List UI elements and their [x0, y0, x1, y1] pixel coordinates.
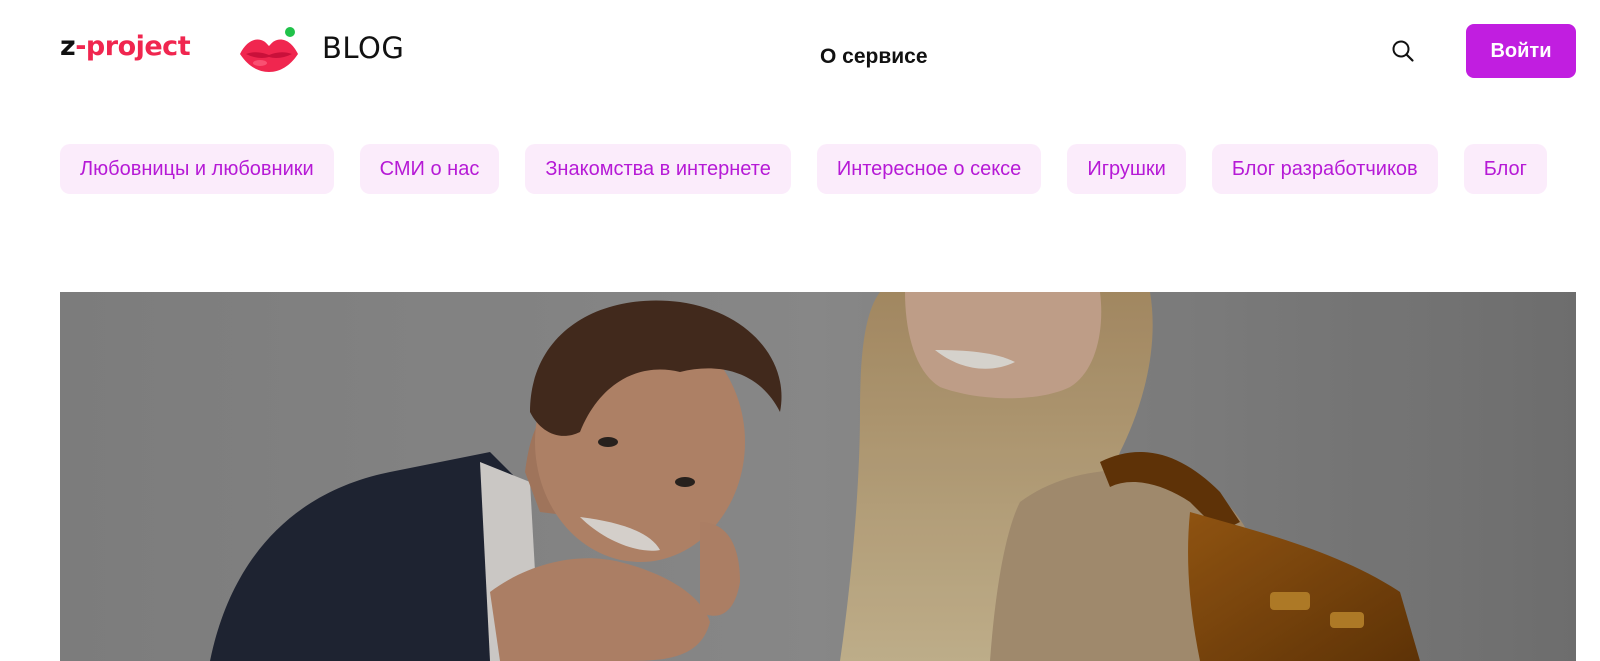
- lips-icon: [240, 27, 298, 72]
- category-chip[interactable]: Любовницы и любовники: [60, 144, 334, 194]
- category-chip[interactable]: СМИ о нас: [359, 144, 500, 194]
- logo-text: z-project: [60, 31, 191, 62]
- search-icon: [1392, 40, 1414, 62]
- category-bar: Любовницы и любовники СМИ о нас Знакомства…: [60, 144, 1576, 196]
- site-header: z-project BLOG О сервисе Войти: [0, 0, 1600, 100]
- logo-prefix: z: [60, 31, 76, 62]
- login-button[interactable]: Войти: [1466, 24, 1576, 78]
- page: z-project BLOG О сервисе Войти Любовницы…: [0, 0, 1600, 661]
- hero-photo: [60, 292, 1576, 661]
- category-chip[interactable]: Блог разработчиков: [1211, 144, 1438, 194]
- search-button[interactable]: [1390, 38, 1416, 64]
- nav-about-link[interactable]: О сервисе: [820, 46, 928, 67]
- logo-rest: -project: [75, 31, 191, 62]
- category-chip[interactable]: Интересное о сексе: [816, 144, 1042, 194]
- category-track: Любовницы и любовники СМИ о нас Знакомства…: [60, 144, 1576, 194]
- hero-image[interactable]: [60, 292, 1576, 661]
- category-chip[interactable]: Блог: [1463, 144, 1547, 194]
- blog-label: BLOG: [322, 31, 405, 65]
- category-chip[interactable]: Игрушки: [1067, 144, 1186, 194]
- category-chip[interactable]: Знакомства в интернете: [525, 144, 791, 194]
- logo-link[interactable]: z-project: [60, 31, 191, 62]
